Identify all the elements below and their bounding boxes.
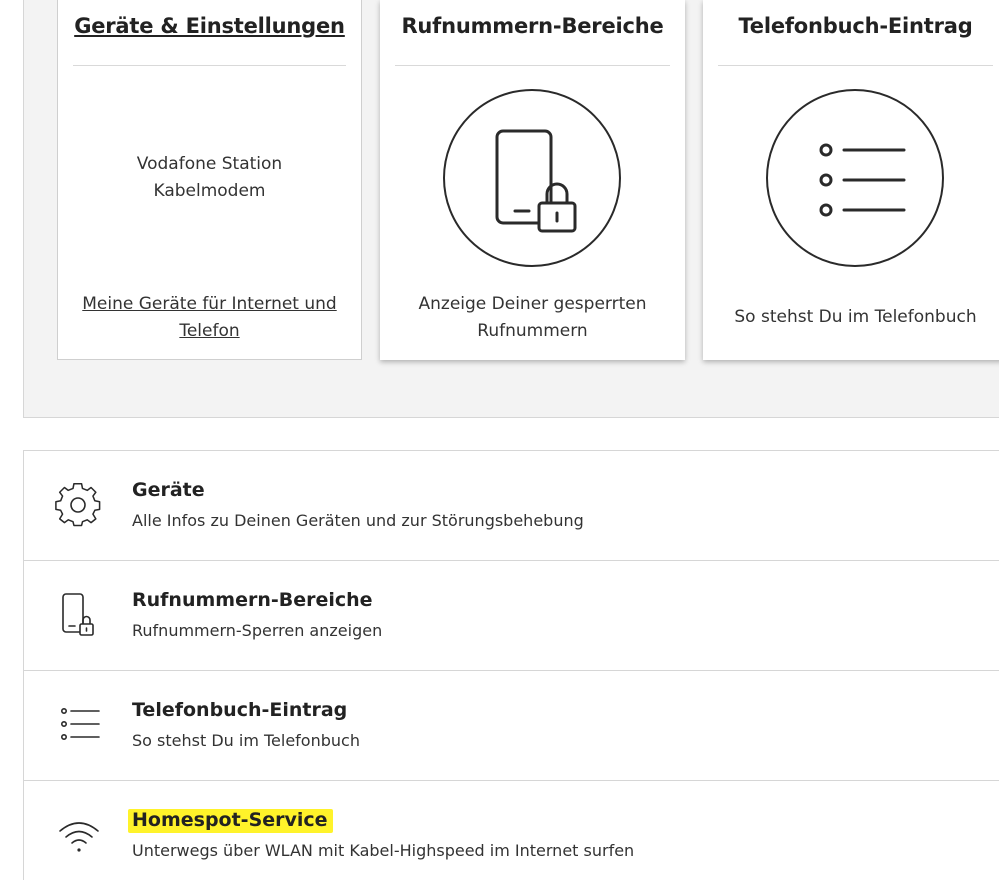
list-icon (766, 89, 944, 267)
list-item-title: Homespot-Service (128, 809, 333, 833)
card-divider (718, 65, 993, 66)
list-item-subtitle: Rufnummern-Sperren anzeigen (132, 621, 383, 640)
list-item-subtitle: Unterwegs über WLAN mit Kabel-Highspeed … (132, 841, 635, 860)
card-title-devices-settings[interactable]: Geräte & Einstellungen (58, 14, 361, 38)
card-divider (73, 65, 346, 66)
service-list: Geräte Alle Infos zu Deinen Geräten und … (23, 450, 999, 880)
wifi-icon (59, 822, 99, 852)
card-number-ranges[interactable]: Rufnummern-Bereiche Anzeige Deiner gespe… (380, 0, 685, 360)
list-icon (61, 708, 100, 740)
card-description: Anzeige Deiner gesperrten Rufnummern (418, 294, 647, 341)
phone-lock-icon (62, 593, 94, 636)
list-item-title: Rufnummern-Bereiche (132, 589, 373, 611)
list-item-title: Geräte (132, 479, 205, 501)
tiles-panel: Geräte & Einstellungen Vodafone Station … (23, 0, 999, 418)
card-description: Vodafone Station Kabelmodem (136, 154, 283, 201)
list-item-subtitle: So stehst Du im Telefonbuch (132, 731, 360, 750)
card-description: So stehst Du im Telefonbuch (734, 307, 977, 327)
card-title-number-ranges: Rufnummern-Bereiche (401, 14, 664, 38)
card-link-my-devices[interactable]: Meine Geräte für Internet und Telefon (78, 291, 341, 345)
card-title-phonebook-entry: Telefonbuch-Eintrag (738, 14, 973, 38)
list-item-homespot-service[interactable]: Homespot-Service Unterwegs über WLAN mit… (24, 781, 999, 891)
list-item-phonebook-entry[interactable]: Telefonbuch-Eintrag So stehst Du im Tele… (24, 671, 999, 781)
gear-icon (55, 482, 101, 527)
list-item-devices[interactable]: Geräte Alle Infos zu Deinen Geräten und … (24, 451, 999, 561)
list-item-title: Telefonbuch-Eintrag (132, 699, 348, 721)
phone-lock-icon (443, 89, 621, 267)
list-item-subtitle: Alle Infos zu Deinen Geräten und zur Stö… (132, 511, 584, 530)
highlighted-title: Homespot-Service (128, 809, 333, 833)
list-item-number-ranges[interactable]: Rufnummern-Bereiche Rufnummern-Sperren a… (24, 561, 999, 671)
card-divider (395, 65, 670, 66)
card-devices-settings[interactable]: Geräte & Einstellungen Vodafone Station … (57, 0, 362, 360)
card-phonebook-entry[interactable]: Telefonbuch-Eintrag So stehst Du im Tele… (703, 0, 999, 360)
